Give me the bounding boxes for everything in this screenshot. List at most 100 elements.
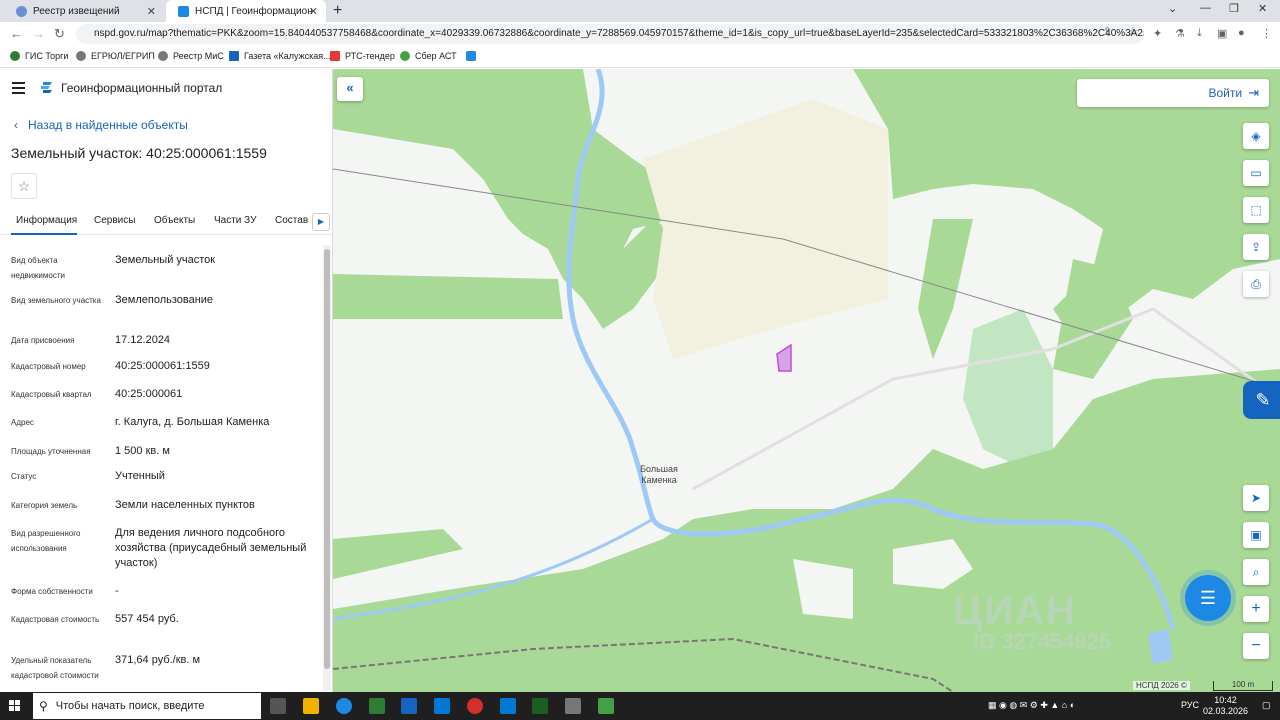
attribute-label: Статус xyxy=(11,472,37,481)
bookmark-item[interactable]: ГИС Торги xyxy=(10,51,68,61)
bookmark-label: ЕГРЮЛ/ЕГРИП xyxy=(91,51,155,61)
attribute-value: 17.12.2024 xyxy=(115,334,171,346)
map-scale: 100 m xyxy=(1213,681,1273,691)
attribute-label: Категория земель xyxy=(11,501,78,510)
profile-icon[interactable]: ● xyxy=(1238,27,1245,39)
globe-icon xyxy=(16,5,27,17)
active-tab-indicator xyxy=(11,233,77,235)
favorite-star-icon[interactable]: ☆ xyxy=(11,173,37,199)
menu-dots-icon[interactable]: ⋮ xyxy=(1261,27,1272,40)
lab-icon[interactable]: ⚗ xyxy=(1175,27,1185,40)
download-icon[interactable]: ⤓ xyxy=(1197,27,1202,40)
map-canvas[interactable]: « Войти ⇥ ◈ ▭ ⬚ ⇪ ⎙ ✎ ➤ ▣ ⌕ + − ☰ Больша… xyxy=(333,69,1280,692)
bookmark-icon xyxy=(330,51,340,61)
zoom-in-icon[interactable]: + xyxy=(1243,596,1269,622)
tab-title: НСПД | Геоинформационный п xyxy=(195,5,313,17)
share-icon[interactable]: ⇪ xyxy=(1243,234,1269,260)
tab-title: Реестр извещений xyxy=(33,5,120,17)
close-icon[interactable]: ✕ xyxy=(309,5,318,18)
windows-start-icon[interactable] xyxy=(9,700,21,712)
back-label: Назад в найденные объекты xyxy=(28,118,188,132)
windows-taskbar: ⚲ Чтобы начать поиск, введите ▦ ◉ ◍ ✉ ⚙ … xyxy=(0,692,1280,720)
tab-objects[interactable]: Объекты xyxy=(154,215,195,226)
restore-icon[interactable]: ❐ xyxy=(1229,2,1239,15)
tab-information[interactable]: Информация xyxy=(16,215,77,226)
attribute-label: Кадастровый номер xyxy=(11,362,86,371)
bookmark-item[interactable]: Реестр МиС xyxy=(158,51,224,61)
edge-icon[interactable] xyxy=(336,698,352,714)
bookmark-item[interactable]: РТС-тендер xyxy=(330,51,395,61)
login-button[interactable]: Войти ⇥ xyxy=(1077,79,1269,107)
notifications-icon[interactable]: ▢ xyxy=(1262,700,1271,711)
tab-registry[interactable]: Реестр извещений ✕ xyxy=(4,0,164,22)
zoom-out-icon[interactable]: − xyxy=(1243,633,1269,659)
tab-parts[interactable]: Части ЗУ xyxy=(214,215,256,226)
panel-scrollbar[interactable] xyxy=(323,245,331,691)
url-input[interactable]: nspd.gov.ru/map?thematic=PKK&zoom=15.840… xyxy=(76,24,1144,44)
forward-arrow-icon[interactable]: → xyxy=(32,26,45,41)
tab-composition[interactable]: Состав xyxy=(275,215,308,226)
bookmark-item[interactable]: Сбер АСТ xyxy=(400,51,457,61)
bookmark-item[interactable]: ЕГРЮЛ/ЕГРИП xyxy=(76,51,155,61)
window-close-icon[interactable]: ✕ xyxy=(1258,2,1267,15)
attribute-value: Учтенный xyxy=(115,470,165,482)
taskbar-search-input[interactable]: ⚲ Чтобы начать поиск, введите xyxy=(33,693,261,719)
mail-icon[interactable] xyxy=(434,698,450,714)
select-area-icon[interactable]: ⬚ xyxy=(1243,197,1269,223)
sidebar-icon[interactable]: ▣ xyxy=(1217,27,1227,40)
bookmark-label: ГИС Торги xyxy=(25,51,69,61)
language-indicator[interactable]: РУС xyxy=(1181,700,1199,710)
back-arrow-icon[interactable]: ← xyxy=(10,26,23,41)
store-icon[interactable] xyxy=(369,698,385,714)
taskbar-clock[interactable]: 10:42 02.03.2026 xyxy=(1203,695,1248,717)
bookmark-item[interactable]: Газета «Калужская... xyxy=(229,51,331,61)
tray-icons[interactable]: ▦ ◉ ◍ ✉ ⚙ ✚ ▲ ⌂ ◐ xyxy=(988,700,1075,711)
app-icon[interactable] xyxy=(598,698,614,714)
print-icon[interactable]: ⎙ xyxy=(1243,271,1269,297)
close-icon[interactable]: ✕ xyxy=(147,5,156,18)
word-icon[interactable] xyxy=(401,698,417,714)
forest-area xyxy=(333,274,563,319)
watermark-id: ID 327454925 xyxy=(973,629,1112,654)
bookmark-star-icon[interactable]: ☆ xyxy=(1128,25,1138,38)
ruler-icon[interactable]: ▭ xyxy=(1243,160,1269,186)
outlook-icon[interactable] xyxy=(500,698,516,714)
extensions-icon[interactable]: ✦ xyxy=(1153,27,1162,40)
chat-icon[interactable]: ☰ xyxy=(1185,575,1231,621)
task-view-icon[interactable] xyxy=(270,698,286,714)
browser-icon[interactable] xyxy=(467,698,483,714)
clock-time: 10:42 xyxy=(1214,695,1237,705)
chevron-right-icon[interactable]: ▶ xyxy=(312,213,330,231)
bookmark-label: Реестр МиС xyxy=(173,51,224,61)
new-tab-icon[interactable]: + xyxy=(333,2,342,20)
search-location-icon[interactable]: ⌕ xyxy=(1243,559,1269,585)
locate-arrow-icon[interactable]: ➤ xyxy=(1243,485,1269,511)
scrollbar-thumb[interactable] xyxy=(324,249,330,669)
attribute-value: г. Калуга, д. Большая Каменка xyxy=(115,416,270,428)
feedback-icon[interactable]: ✎ xyxy=(1243,381,1280,419)
minimize-icon[interactable]: — xyxy=(1200,2,1211,14)
attribute-value: Землепользование xyxy=(115,294,214,306)
attribute-label: Вид разрешенного использования xyxy=(11,529,81,553)
share-icon[interactable]: ⇪ xyxy=(1103,25,1112,38)
hamburger-menu-icon[interactable] xyxy=(12,82,25,97)
back-to-results-link[interactable]: ‹ Назад в найденные объекты xyxy=(14,118,188,132)
tab-services[interactable]: Сервисы xyxy=(94,215,135,226)
collapse-panel-button[interactable]: « xyxy=(337,77,363,101)
login-icon: ⇥ xyxy=(1248,85,1259,100)
chevron-left-icon: ‹ xyxy=(14,118,18,132)
nspd-icon xyxy=(178,5,189,17)
browser-tabbar: Реестр извещений ✕ НСПД | Геоинформацион… xyxy=(0,0,1280,22)
file-explorer-icon[interactable] xyxy=(303,698,319,714)
bookmark-item[interactable] xyxy=(466,51,481,61)
attribute-label: Адрес xyxy=(11,418,34,427)
tab-search-icon[interactable]: ⌄ xyxy=(1168,2,1177,15)
bookmark-icon xyxy=(400,51,410,61)
layers-icon[interactable]: ◈ xyxy=(1243,123,1269,149)
excel-icon[interactable] xyxy=(532,698,548,714)
reload-icon[interactable]: ↻ xyxy=(54,26,65,42)
attribute-value: 1 500 кв. м xyxy=(115,445,170,457)
minimap-icon[interactable]: ▣ xyxy=(1243,522,1269,548)
calculator-icon[interactable] xyxy=(565,698,581,714)
tab-nspd[interactable]: НСПД | Геоинформационный п ✕ xyxy=(166,0,326,22)
